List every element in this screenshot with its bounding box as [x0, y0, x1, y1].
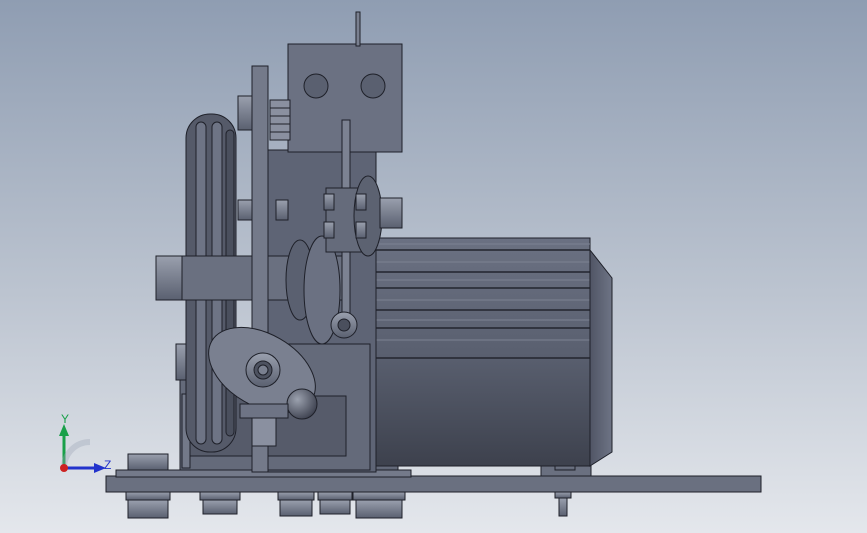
cad-graphics-viewport[interactable]: Y Z — [0, 0, 867, 533]
base-plate[interactable] — [105, 469, 762, 493]
motor-assembly-model[interactable] — [0, 0, 867, 533]
bottom-bolts[interactable] — [125, 491, 572, 519]
x-axis-dot — [60, 464, 68, 472]
coordinate-triad: Y Z — [48, 408, 118, 480]
y-axis-label: Y — [61, 412, 70, 426]
electric-motor[interactable] — [373, 237, 613, 467]
triad-arc — [61, 439, 91, 469]
tension-spring[interactable] — [269, 99, 291, 141]
z-axis-label: Z — [104, 458, 112, 472]
arm-nut[interactable] — [330, 311, 358, 339]
